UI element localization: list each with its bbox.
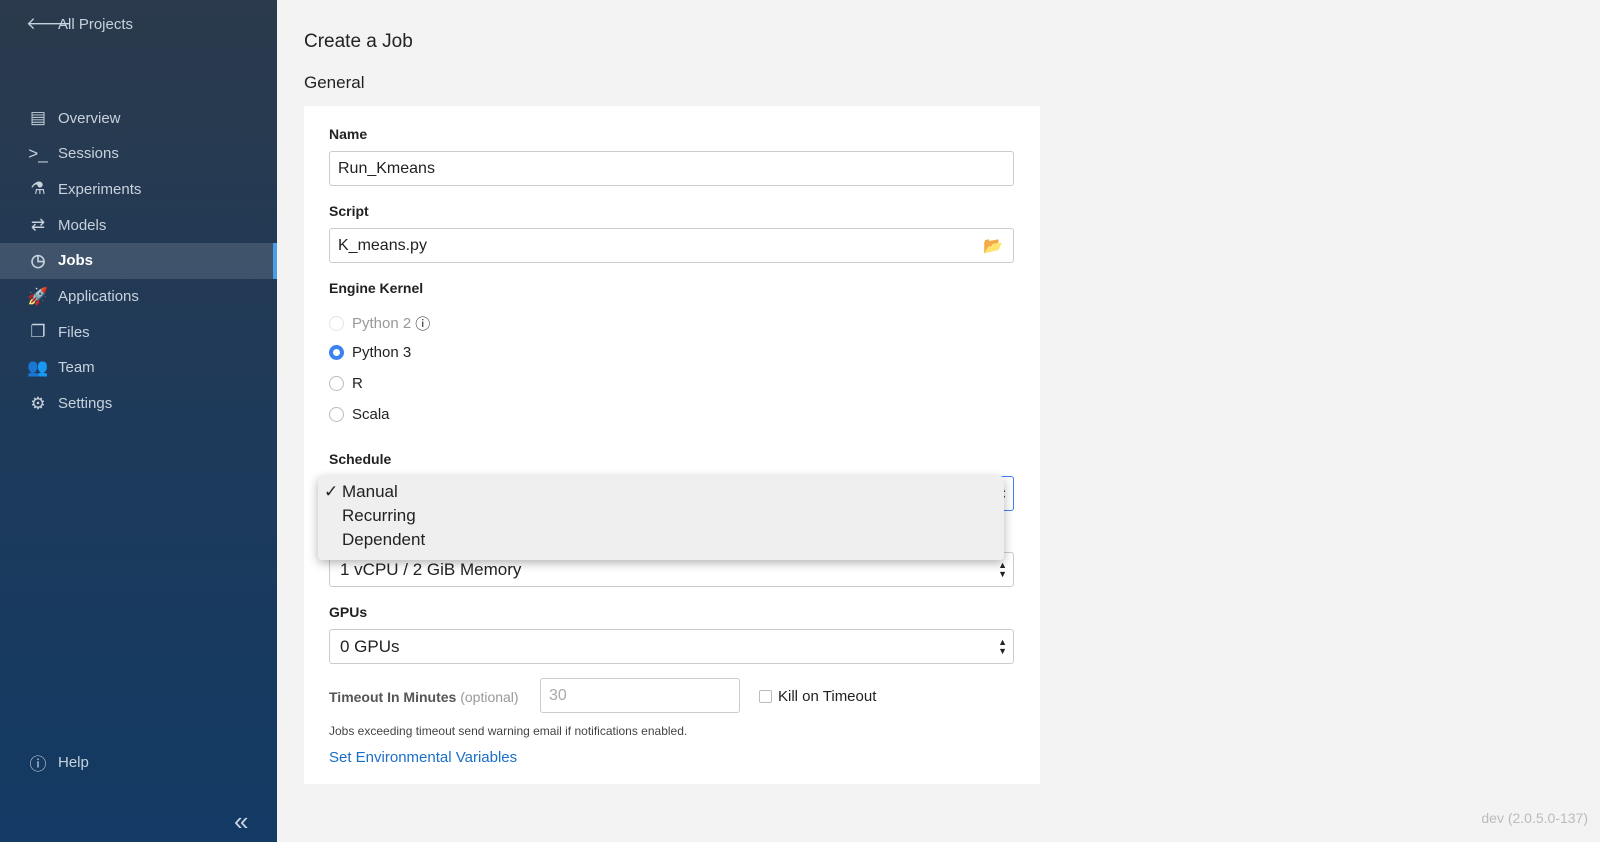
help-link[interactable]: ⓘ Help (0, 744, 277, 780)
radio-python2[interactable]: Python 2 ⓘ (329, 313, 430, 334)
sidebar-item-label: Jobs (58, 252, 94, 270)
sidebar-item-experiments[interactable]: ⚗ Experiments (0, 171, 277, 207)
sidebar-item-models[interactable]: ⇄ Models (0, 207, 277, 243)
radio-r[interactable]: R (329, 375, 363, 392)
terminal-icon: >_ (28, 143, 48, 163)
rocket-icon: 🚀 (27, 286, 49, 306)
sidebar-item-overview[interactable]: ▤ Overview (0, 100, 277, 136)
schedule-dropdown: ✓ Manual Recurring Dependent (318, 476, 1004, 560)
overview-icon: ▤ (29, 108, 47, 127)
sidebar-item-label: Models (58, 216, 107, 234)
timeout-note: Jobs exceeding timeout send warning emai… (329, 724, 688, 738)
radio-python3[interactable]: Python 3 (329, 344, 411, 361)
radio-scala[interactable]: Scala (329, 406, 390, 423)
sidebar-item-label: Applications (58, 288, 139, 305)
clock-icon: ◷ (30, 250, 46, 270)
sidebar-item-sessions[interactable]: >_ Sessions (0, 136, 277, 172)
gpus-select[interactable]: 0 GPUs ▲ ▼ (329, 629, 1014, 664)
collapse-sidebar-icon[interactable]: « (234, 806, 248, 837)
name-label: Name (329, 126, 368, 142)
sidebar-item-label: Settings (58, 395, 113, 413)
timeout-input[interactable]: 30 (540, 678, 740, 713)
files-icon: ❐ (30, 322, 46, 342)
version-label: dev (2.0.5.0-137) (1481, 810, 1588, 826)
info-icon[interactable]: ⓘ (415, 313, 430, 334)
sidebar-item-label: Sessions (58, 145, 119, 163)
kill-on-timeout-checkbox[interactable]: Kill on Timeout (759, 688, 876, 705)
sidebar-item-files[interactable]: ❐ Files (0, 314, 277, 350)
sidebar-item-label: Experiments (58, 180, 142, 198)
sidebar-item-jobs[interactable]: ◷ Jobs (0, 242, 277, 279)
check-icon: ✓ (324, 482, 339, 501)
gpus-label: GPUs (329, 604, 368, 620)
sidebar-item-applications[interactable]: 🚀 Applications (0, 279, 277, 315)
env-vars-link[interactable]: Set Environmental Variables (329, 749, 517, 766)
option-recurring[interactable]: Recurring (342, 506, 416, 526)
general-card: Name Run_Kmeans Script K_means.py 📂 Engin… (304, 106, 1040, 784)
kernel-label: Engine Kernel (329, 280, 424, 296)
name-input[interactable]: Run_Kmeans (329, 151, 1014, 186)
sidebar: 🡐 All Projects ▤ Overview >_ Sessions ⚗ Experi… (0, 0, 277, 842)
flask-icon: ⚗ (30, 179, 46, 199)
script-label: Script (329, 203, 369, 219)
gear-icon: ⚙ (30, 393, 46, 413)
main: Create a Job General Name Run_Kmeans Scr… (277, 0, 1600, 842)
arrow-left-icon: 🡐 (26, 14, 72, 33)
section-title: General (304, 73, 365, 92)
sidebar-item-label: Files (58, 323, 90, 341)
option-dependent[interactable]: Dependent (342, 530, 425, 550)
schedule-label: Schedule (329, 451, 392, 467)
sidebar-item-team[interactable]: 👥 Team (0, 350, 277, 386)
timeout-label: Timeout In Minutes (optional) (329, 689, 519, 705)
sidebar-item-label: Team (58, 359, 95, 377)
script-input[interactable]: K_means.py 📂 (329, 228, 1014, 263)
page-title: Create a Job (304, 31, 413, 52)
sidebar-item-settings[interactable]: ⚙ Settings (0, 386, 277, 422)
arrows-icon: ⇄ (30, 215, 46, 235)
team-icon: 👥 (27, 357, 49, 377)
folder-icon[interactable]: 📂 (983, 236, 1003, 256)
option-manual[interactable]: Manual (342, 482, 398, 502)
all-projects-link[interactable]: 🡐 All Projects (0, 6, 277, 42)
help-icon: ⓘ (29, 754, 47, 774)
script-value: K_means.py (338, 237, 427, 254)
sidebar-item-label: Overview (58, 109, 121, 127)
